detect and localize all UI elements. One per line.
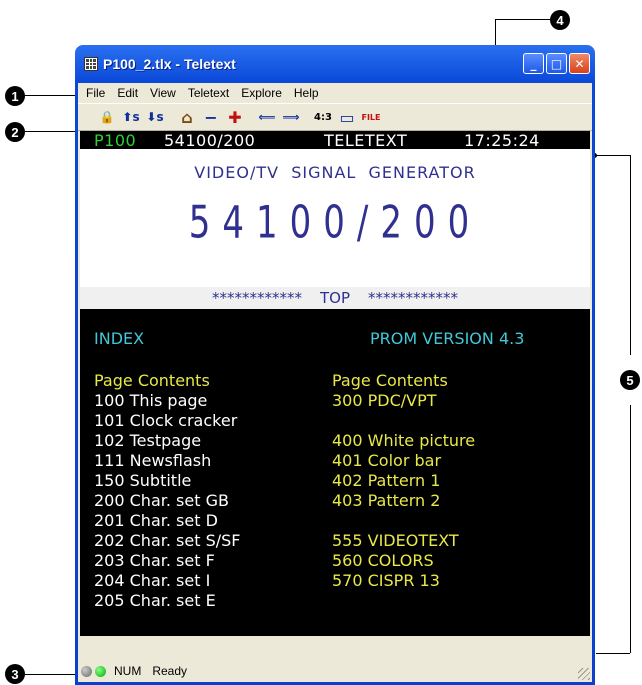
callout-1: 1 bbox=[5, 86, 25, 106]
window-title: P100_2.tlx - Teletext bbox=[103, 56, 236, 72]
page-list-item[interactable]: 102 Testpage bbox=[94, 431, 240, 451]
title-bar[interactable]: P100_2.tlx - Teletext _ □ ✕ bbox=[78, 45, 592, 83]
minimize-button[interactable]: _ bbox=[523, 53, 544, 74]
close-button[interactable]: ✕ bbox=[569, 53, 590, 74]
page-list-item[interactable]: 201 Char. set D bbox=[94, 511, 240, 531]
right-page-list: 300 PDC/VPT 400 White picture 401 Color b… bbox=[332, 391, 475, 611]
callout-4: 4 bbox=[550, 10, 570, 30]
callout-3: 3 bbox=[5, 664, 25, 684]
callout-5: 5 bbox=[620, 370, 640, 390]
toolbar: 🔒 ⬆s ⬇s ⌂ − ✚ ⟸ ⟹ 4:3 ▭ FILE bbox=[78, 103, 592, 131]
aspect-4-3-icon[interactable]: 4:3 bbox=[312, 106, 334, 128]
arrow-right-icon[interactable]: ⟹ bbox=[280, 106, 302, 128]
teletext-header: P100 54100/200 TELETEXT 17:25:24 bbox=[80, 131, 590, 150]
menu-bar: File Edit View Teletext Explore Help bbox=[78, 83, 592, 103]
callout-5-bracket-top bbox=[596, 155, 630, 156]
callout-4-leader bbox=[495, 19, 551, 20]
callout-2: 2 bbox=[5, 122, 25, 142]
page-list-item[interactable]: 402 Pattern 1 bbox=[332, 471, 475, 491]
status-led-gray-icon bbox=[81, 665, 92, 677]
header-time: 17:25:24 bbox=[464, 131, 540, 150]
banner-stars-left: ************ bbox=[211, 289, 302, 307]
left-column-header: Page Contents bbox=[94, 371, 210, 390]
teletext-window: P100_2.tlx - Teletext _ □ ✕ File Edit Vi… bbox=[75, 45, 595, 685]
banner-line-3: ************ TOP ************ bbox=[80, 289, 590, 307]
minus-icon[interactable]: − bbox=[200, 106, 222, 128]
page-list-item[interactable]: 555 VIDEOTEXT bbox=[332, 531, 475, 551]
window-icon[interactable]: ▭ bbox=[336, 106, 358, 128]
status-led-green-icon bbox=[95, 665, 106, 677]
page-list-item[interactable]: 204 Char. set I bbox=[94, 571, 240, 591]
banner-line-2: 54100/200 bbox=[188, 197, 482, 249]
page-list-item[interactable]: 200 Char. set GB bbox=[94, 491, 240, 511]
status-text: Ready bbox=[152, 664, 188, 678]
page-list-item[interactable]: 300 PDC/VPT bbox=[332, 391, 475, 411]
plus-icon[interactable]: ✚ bbox=[224, 106, 246, 128]
header-subpage: 54100/200 bbox=[164, 131, 256, 150]
page-list-item[interactable]: 202 Char. set S/SF bbox=[94, 531, 240, 551]
page-list-item[interactable]: 560 COLORS bbox=[332, 551, 475, 571]
file-icon[interactable]: FILE bbox=[360, 106, 382, 128]
page-list-item[interactable]: 570 CISPR 13 bbox=[332, 571, 475, 591]
prom-version: PROM VERSION 4.3 bbox=[370, 329, 525, 348]
page-list-item[interactable]: 205 Char. set E bbox=[94, 591, 240, 611]
page-list-item[interactable] bbox=[332, 411, 475, 431]
maximize-button[interactable]: □ bbox=[546, 53, 567, 74]
menu-file[interactable]: File bbox=[86, 86, 105, 100]
banner-stars-right: ************ bbox=[368, 289, 458, 307]
teletext-screen: P100 54100/200 TELETEXT 17:25:24 VIDEO/T… bbox=[80, 131, 590, 636]
callout-5-bracket-upper bbox=[630, 155, 631, 355]
subpage-down-icon[interactable]: ⬇s bbox=[144, 106, 166, 128]
page-list-item[interactable]: 111 Newsflash bbox=[94, 451, 240, 471]
page-list-item[interactable]: 400 White picture bbox=[332, 431, 475, 451]
lock-icon[interactable]: 🔒 bbox=[96, 106, 118, 128]
page-list-item[interactable]: 401 Color bar bbox=[332, 451, 475, 471]
menu-edit[interactable]: Edit bbox=[117, 86, 138, 100]
page-list-item[interactable]: 203 Char. set F bbox=[94, 551, 240, 571]
page-list-item[interactable] bbox=[332, 511, 475, 531]
banner-panel: VIDEO/TV SIGNAL GENERATOR 54100/200 ****… bbox=[80, 149, 590, 309]
header-page: P100 bbox=[94, 131, 137, 150]
status-bar: NUM Ready bbox=[78, 660, 592, 682]
page-list-item[interactable]: 403 Pattern 2 bbox=[332, 491, 475, 511]
arrow-left-icon[interactable]: ⟸ bbox=[256, 106, 278, 128]
callout-5-bracket-bottom bbox=[596, 653, 630, 654]
menu-help[interactable]: Help bbox=[294, 86, 319, 100]
page-list-item[interactable] bbox=[332, 591, 475, 611]
menu-teletext[interactable]: Teletext bbox=[188, 86, 229, 100]
client-area: File Edit View Teletext Explore Help 🔒 ⬆… bbox=[78, 83, 592, 682]
page-list-item[interactable]: 150 Subtitle bbox=[94, 471, 240, 491]
app-icon[interactable] bbox=[84, 57, 98, 71]
header-service: TELETEXT bbox=[324, 131, 408, 150]
page-list-item[interactable]: 100 This page bbox=[94, 391, 240, 411]
menu-view[interactable]: View bbox=[150, 86, 176, 100]
menu-explore[interactable]: Explore bbox=[241, 86, 282, 100]
subpage-up-icon[interactable]: ⬆s bbox=[120, 106, 142, 128]
banner-top-label: TOP bbox=[319, 289, 350, 307]
banner-line-1: VIDEO/TV SIGNAL GENERATOR bbox=[194, 163, 476, 182]
left-page-list: 100 This page 101 Clock cracker 102 Testpa… bbox=[94, 391, 240, 611]
right-column-header: Page Contents bbox=[332, 371, 448, 390]
home-icon[interactable]: ⌂ bbox=[176, 106, 198, 128]
index-title: INDEX bbox=[94, 329, 145, 348]
callout-3-leader bbox=[25, 674, 81, 675]
page-list-item[interactable]: 101 Clock cracker bbox=[94, 411, 240, 431]
callout-5-bracket-lower bbox=[630, 405, 631, 653]
resize-grip-icon[interactable] bbox=[578, 668, 590, 680]
status-num: NUM bbox=[114, 664, 142, 678]
